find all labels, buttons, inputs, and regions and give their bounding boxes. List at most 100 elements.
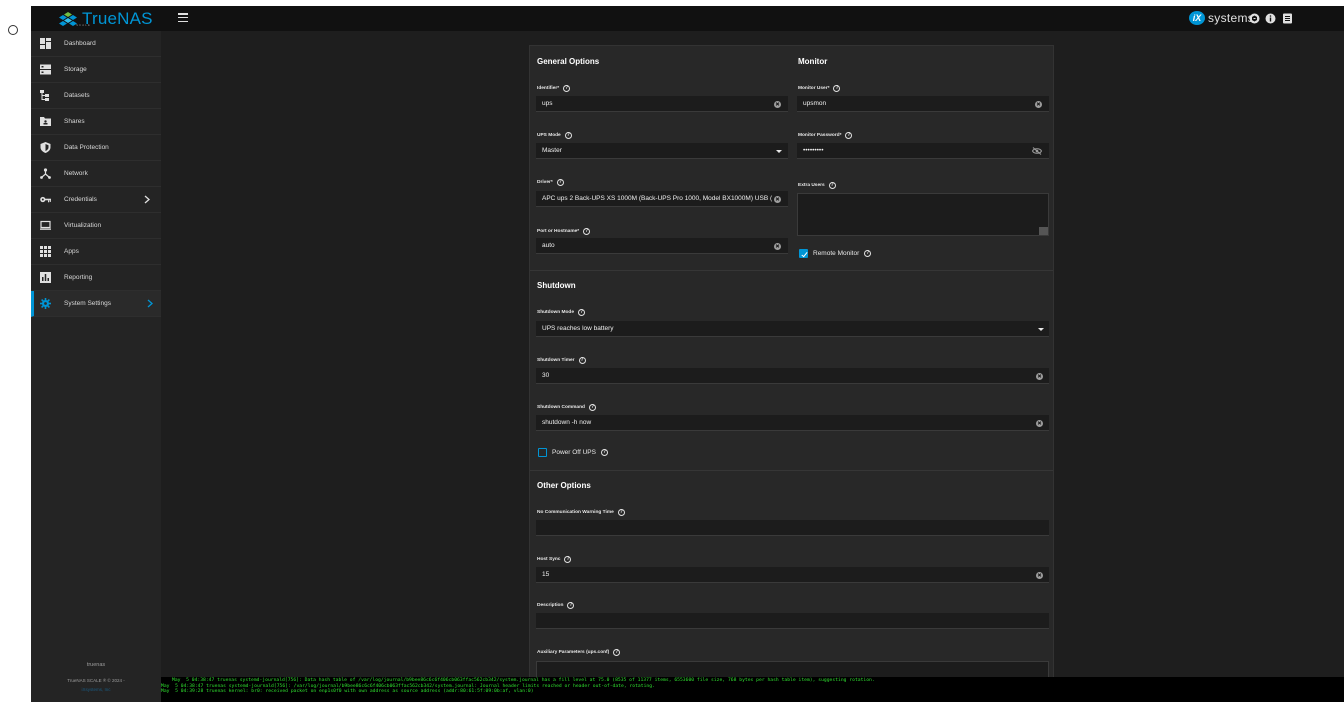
help-icon[interactable]: ? (600, 449, 608, 456)
brand-name: TrueNAS (82, 9, 153, 28)
company-link[interactable]: iXsystems, Inc (31, 687, 161, 692)
clear-icon[interactable] (774, 100, 781, 108)
clear-icon[interactable] (1036, 419, 1043, 427)
help-icon[interactable]: ? (564, 556, 572, 563)
clear-icon[interactable] (1035, 100, 1042, 108)
extra-users-label: Extra Users ? (798, 182, 836, 189)
hamburger-menu-icon[interactable] (178, 13, 188, 22)
help-icon[interactable]: ? (578, 309, 586, 316)
sidebar-item-virtualization[interactable]: Virtualization (31, 213, 161, 239)
shield-icon (40, 142, 51, 153)
sidebar-item-label: Dashboard (64, 40, 96, 47)
help-icon[interactable]: ? (588, 404, 596, 411)
truecommand-icon[interactable] (1249, 13, 1260, 24)
sidebar-item-dashboard[interactable]: Dashboard (31, 31, 161, 57)
help-icon[interactable]: ? (564, 132, 572, 139)
sidebar-item-label: Data Protection (64, 144, 109, 151)
extra-users-textarea[interactable] (797, 193, 1049, 236)
radio-marker (8, 25, 18, 35)
sidebar-item-label: Network (64, 170, 88, 177)
port-label: Port or Hostname* ? (537, 228, 591, 235)
no-communication-input[interactable] (536, 520, 1049, 536)
apps-grid-icon (40, 246, 51, 257)
truenas-logo-icon (59, 12, 77, 26)
sidebar-item-data-protection[interactable]: Data Protection (31, 135, 161, 161)
ix-mark-icon: iX (1189, 11, 1205, 25)
clear-icon[interactable] (774, 195, 781, 203)
ixsystems-logo[interactable]: iX systems (1189, 11, 1254, 25)
chart-icon (40, 272, 51, 283)
help-icon[interactable]: ? (833, 85, 841, 92)
dashboard-icon (40, 38, 51, 49)
sidebar-item-apps[interactable]: Apps (31, 239, 161, 265)
tasks-icon[interactable] (1282, 13, 1293, 24)
clear-icon[interactable] (1036, 571, 1043, 579)
description-label: Description ? (537, 602, 575, 609)
port-input[interactable]: auto (536, 238, 788, 254)
brand-sub: SCALE (76, 23, 91, 27)
sidebar-item-credentials[interactable]: Credentials (31, 187, 161, 213)
power-off-ups-option[interactable]: Power Off UPS ? (538, 448, 608, 457)
key-icon (40, 196, 51, 203)
sidebar-item-system-settings[interactable]: System Settings (31, 291, 161, 317)
help-icon[interactable]: ? (556, 179, 564, 186)
laptop-icon (40, 220, 51, 230)
help-icon[interactable]: ? (864, 250, 872, 257)
shutdown-mode-label: Shutdown Mode ? (537, 309, 586, 316)
sidebar-item-reporting[interactable]: Reporting (31, 265, 161, 291)
shutdown-command-input[interactable]: shutdown -h now (536, 415, 1049, 431)
clear-icon[interactable] (774, 242, 781, 250)
top-bar: TrueNAS SCALE iX systems (31, 6, 1344, 31)
other-options-title: Other Options (537, 481, 591, 490)
identifier-input[interactable]: ups (536, 96, 788, 112)
help-icon[interactable]: ? (617, 509, 625, 516)
datasets-icon (40, 90, 49, 101)
sidebar-item-label: Datasets (64, 92, 90, 99)
ups-settings-form: General Options Identifier* ? ups UPS Mo… (529, 45, 1054, 680)
gear-icon (40, 298, 51, 309)
remote-monitor-checkbox[interactable] (799, 249, 808, 258)
clear-icon[interactable] (1036, 372, 1043, 380)
power-off-ups-label: Power Off UPS (552, 449, 596, 456)
monitor-user-label: Monitor User* ? (798, 85, 841, 92)
sidebar-item-shares[interactable]: Shares (31, 109, 161, 135)
resize-handle[interactable] (1039, 227, 1048, 235)
shutdown-mode-select[interactable]: UPS reaches low battery (536, 321, 1049, 337)
description-input[interactable] (536, 613, 1049, 629)
help-icon[interactable]: ? (583, 228, 591, 235)
help-icon[interactable]: ? (578, 357, 586, 364)
caret-down-icon (776, 150, 782, 153)
host-sync-input[interactable]: 15 (536, 567, 1049, 583)
help-icon[interactable]: ? (613, 649, 621, 656)
shutdown-timer-input[interactable]: 30 (536, 368, 1049, 384)
identifier-label: Identifier* ? (537, 85, 571, 92)
eye-off-icon[interactable] (1032, 147, 1042, 155)
console-line: May 5 04:39:28 truenas kernel: br0: rece… (161, 689, 534, 695)
truenas-app: TrueNAS SCALE iX systems Dashboard Stora… (31, 6, 1344, 702)
monitor-password-input[interactable]: ••••••••• (797, 143, 1049, 159)
section-divider (530, 470, 1053, 471)
shutdown-timer-label: Shutdown Timer ? (537, 357, 586, 364)
sidebar-item-storage[interactable]: Storage (31, 57, 161, 83)
help-icon[interactable]: ? (845, 132, 853, 139)
host-sync-label: Host Sync ? (537, 556, 572, 563)
info-icon[interactable] (1265, 13, 1276, 24)
vendor-name: systems (1208, 11, 1255, 25)
power-off-ups-checkbox[interactable] (538, 448, 547, 457)
help-icon[interactable]: ? (563, 85, 571, 92)
sidebar-item-datasets[interactable]: Datasets (31, 83, 161, 109)
truenas-logo[interactable]: TrueNAS (58, 8, 153, 30)
chevron-right-icon[interactable] (147, 299, 153, 308)
chevron-right-icon[interactable] (144, 195, 150, 204)
sidebar-item-label: Apps (64, 248, 79, 255)
storage-icon (40, 64, 51, 75)
shutdown-command-label: Shutdown Command ? (537, 404, 596, 411)
driver-select[interactable]: APC ups 2 Back-UPS XS 1000M (Back-UPS Pr… (536, 191, 788, 207)
help-icon[interactable]: ? (567, 602, 575, 609)
ups-mode-select[interactable]: Master (536, 143, 788, 159)
remote-monitor-label: Remote Monitor (813, 250, 860, 257)
sidebar-item-network[interactable]: Network (31, 161, 161, 187)
remote-monitor-option[interactable]: Remote Monitor ? (799, 249, 872, 258)
help-icon[interactable]: ? (828, 182, 836, 189)
monitor-user-input[interactable]: upsmon (797, 96, 1049, 112)
